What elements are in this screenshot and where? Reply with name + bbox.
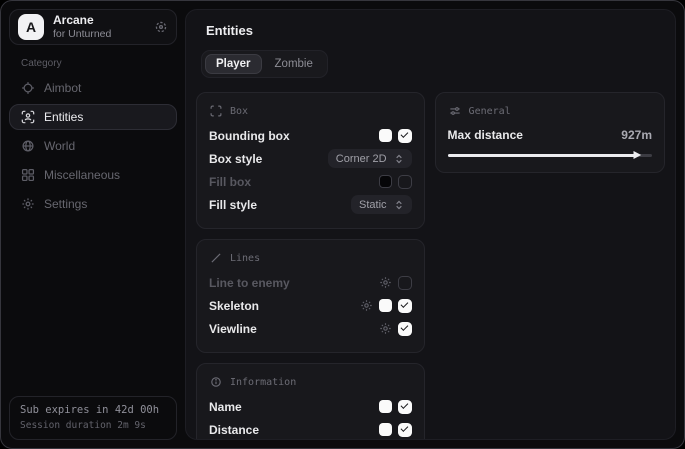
max-distance-value: 927m (621, 128, 652, 142)
lines-section: Lines Line to enemy (196, 239, 425, 353)
slider-thumb[interactable] (633, 151, 642, 160)
max-distance-slider[interactable] (448, 150, 652, 160)
general-section: General Max distance 927m (435, 92, 665, 173)
row-settings-gear-icon[interactable] (360, 299, 373, 312)
sidebar-item-label: Miscellaneous (44, 168, 120, 182)
checkbox[interactable] (398, 400, 412, 414)
sidebar-item-world[interactable]: World (9, 133, 177, 159)
fill-style-select[interactable]: Static (351, 195, 412, 214)
diagonal-line-icon (210, 252, 222, 264)
brand-subtitle: for Unturned (53, 28, 145, 40)
sync-icon[interactable] (154, 20, 168, 34)
box-style-select[interactable]: Corner 2D (328, 149, 412, 168)
sidebar-item-label: Settings (44, 197, 87, 211)
chevrons-up-down-icon (394, 200, 404, 210)
color-swatch[interactable] (379, 423, 392, 436)
grid-icon (21, 168, 35, 182)
checkbox[interactable] (398, 129, 412, 143)
information-section: Information Name Distance (196, 363, 425, 440)
slider-fill (448, 154, 635, 157)
sidebar-item-miscellaneous[interactable]: Miscellaneous (9, 162, 177, 188)
setting-row-max-distance: Max distance 927m (448, 124, 652, 146)
sub-expiry-text: Sub expires in 42d 00h (20, 403, 166, 419)
page-title: Entities (206, 23, 665, 38)
crosshair-icon (21, 81, 35, 95)
checkbox[interactable] (398, 423, 412, 437)
app-logo: A (18, 14, 44, 40)
box-corners-icon (210, 105, 222, 117)
brand-title: Arcane (53, 14, 145, 28)
tab-player[interactable]: Player (205, 54, 262, 74)
setting-row-bounding-box: Bounding box (209, 124, 412, 147)
info-icon (210, 376, 222, 388)
checkbox[interactable] (398, 322, 412, 336)
setting-row-line-to-enemy: Line to enemy (209, 271, 412, 294)
sidebar: A Arcane for Unturned Category Aimbo (1, 1, 185, 448)
setting-row-viewline: Viewline (209, 317, 412, 340)
setting-row-fill-box: Fill box (209, 170, 412, 193)
category-label: Category (21, 58, 177, 69)
color-swatch[interactable] (379, 175, 392, 188)
section-title: Lines (230, 253, 260, 264)
setting-row-distance: Distance (209, 418, 412, 440)
gear-icon (21, 197, 35, 211)
subscription-status: Sub expires in 42d 00h Session duration … (9, 396, 177, 440)
session-duration-text: Session duration 2m 9s (20, 419, 166, 433)
sidebar-nav: Aimbot Entities World (9, 75, 177, 217)
setting-row-fill-style: Fill style Static (209, 193, 412, 216)
checkbox[interactable] (398, 299, 412, 313)
select-value: Static (359, 199, 387, 211)
checkbox[interactable] (398, 175, 412, 189)
sidebar-item-settings[interactable]: Settings (9, 191, 177, 217)
section-title: Information (230, 377, 296, 388)
globe-icon (21, 139, 35, 153)
color-swatch[interactable] (379, 129, 392, 142)
tab-zombie[interactable]: Zombie (264, 54, 324, 74)
person-scan-icon (21, 110, 35, 124)
setting-row-name: Name (209, 395, 412, 418)
row-settings-gear-icon[interactable] (379, 322, 392, 335)
logo-letter: A (26, 19, 36, 35)
setting-row-box-style: Box style Corner 2D (209, 147, 412, 170)
main-panel: Entities Player Zombie Box (185, 9, 676, 440)
box-section: Box Bounding box Box style Corner 2D (196, 92, 425, 229)
color-swatch[interactable] (379, 299, 392, 312)
setting-row-skeleton: Skeleton (209, 294, 412, 317)
row-settings-gear-icon[interactable] (379, 276, 392, 289)
chevrons-up-down-icon (394, 154, 404, 164)
section-title: General (469, 106, 511, 117)
section-title: Box (230, 106, 248, 117)
checkbox[interactable] (398, 276, 412, 290)
sliders-icon (449, 105, 461, 117)
sidebar-item-entities[interactable]: Entities (9, 104, 177, 130)
select-value: Corner 2D (336, 153, 387, 165)
sidebar-item-label: World (44, 139, 75, 153)
sidebar-item-label: Entities (44, 110, 83, 124)
brand-card: A Arcane for Unturned (9, 9, 177, 45)
app-window: A Arcane for Unturned Category Aimbo (0, 0, 685, 449)
sidebar-item-aimbot[interactable]: Aimbot (9, 75, 177, 101)
sidebar-item-label: Aimbot (44, 81, 81, 95)
color-swatch[interactable] (379, 400, 392, 413)
entity-tabbar: Player Zombie (201, 50, 328, 78)
